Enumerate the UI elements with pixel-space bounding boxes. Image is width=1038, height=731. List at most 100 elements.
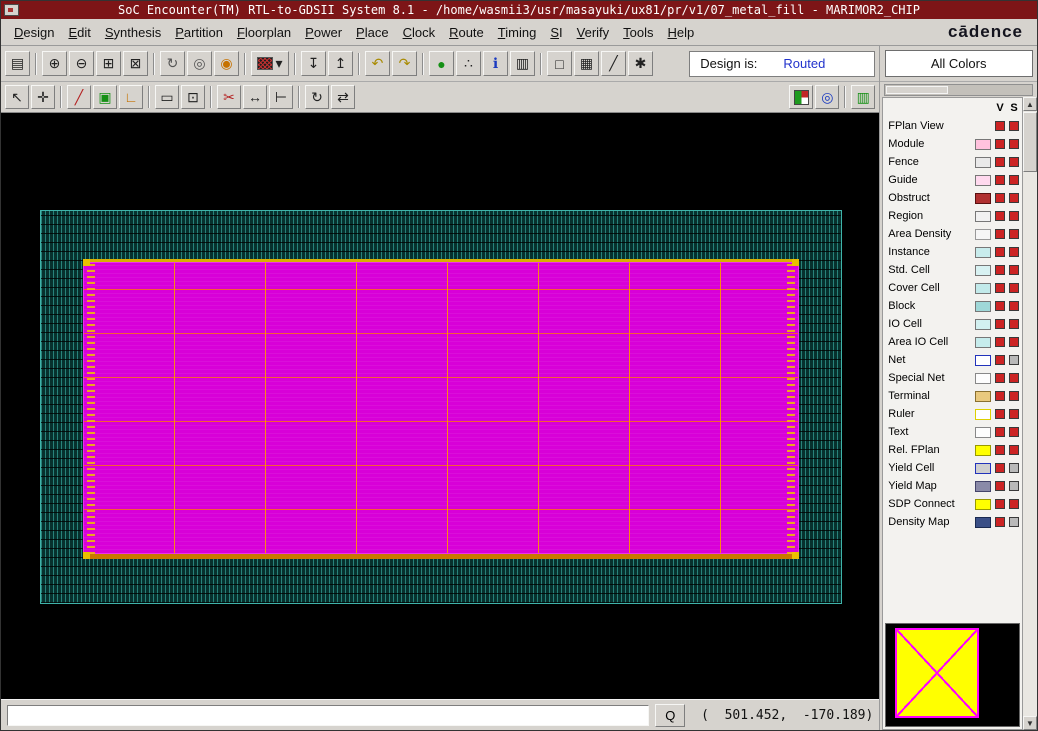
zoom-out-icon[interactable]: ⊖ [69, 51, 94, 76]
layer-select-checkbox[interactable] [1009, 481, 1019, 491]
scroll-down-arrow-icon[interactable]: ▼ [1023, 716, 1037, 730]
add-instance-icon[interactable]: ▣ [93, 85, 117, 109]
layer-select-checkbox[interactable] [1009, 517, 1019, 527]
layer-select-checkbox[interactable] [1009, 445, 1019, 455]
attach-icon[interactable]: ⊢ [269, 85, 293, 109]
open-design-icon[interactable]: ▤ [5, 51, 30, 76]
layer-select-checkbox[interactable] [1009, 265, 1019, 275]
layer-row-yield-cell[interactable]: Yield Cell [883, 459, 1022, 477]
command-input[interactable] [7, 705, 649, 726]
previous-view-icon[interactable]: ◎ [187, 51, 212, 76]
layer-visible-checkbox[interactable] [995, 463, 1005, 473]
layer-row-density-map[interactable]: Density Map [883, 513, 1022, 531]
layer-visible-checkbox[interactable] [995, 373, 1005, 383]
placement-view-icon[interactable] [789, 85, 813, 109]
layer-visible-checkbox[interactable] [995, 211, 1005, 221]
all-colors-button[interactable]: All Colors [885, 50, 1033, 77]
menu-si[interactable]: SI [543, 21, 569, 44]
menu-clock[interactable]: Clock [396, 21, 443, 44]
rotate-icon[interactable]: ↻ [305, 85, 329, 109]
query-button[interactable]: Q [655, 704, 685, 727]
world-view-minimap[interactable] [885, 623, 1020, 727]
zoom-selected-icon[interactable]: ⊞ [96, 51, 121, 76]
run-icon[interactable]: ● [429, 51, 454, 76]
menu-verify[interactable]: Verify [570, 21, 617, 44]
layer-select-checkbox[interactable] [1009, 229, 1019, 239]
layer-visible-checkbox[interactable] [995, 175, 1005, 185]
menu-tools[interactable]: Tools [616, 21, 660, 44]
layer-row-area-density[interactable]: Area Density [883, 225, 1022, 243]
layer-row-text[interactable]: Text [883, 423, 1022, 441]
layer-visible-checkbox[interactable] [995, 517, 1005, 527]
layer-visible-checkbox[interactable] [995, 319, 1005, 329]
home-view-icon[interactable]: ◉ [214, 51, 239, 76]
menu-edit[interactable]: Edit [61, 21, 97, 44]
layer-row-io-cell[interactable]: IO Cell [883, 315, 1022, 333]
menu-design[interactable]: Design [7, 21, 61, 44]
layer-select-checkbox[interactable] [1009, 319, 1019, 329]
layer-row-fplan-view[interactable]: FPlan View [883, 117, 1022, 135]
vscroll-thumb[interactable] [1023, 112, 1037, 172]
route-wire-icon[interactable]: ∟ [119, 85, 143, 109]
menu-place[interactable]: Place [349, 21, 396, 44]
layer-visible-checkbox[interactable] [995, 139, 1005, 149]
layer-select-checkbox[interactable] [1009, 121, 1019, 131]
layer-row-region[interactable]: Region [883, 207, 1022, 225]
layer-visible-checkbox[interactable] [995, 355, 1005, 365]
stretch-wire-icon[interactable]: ↔ [243, 85, 267, 109]
layer-select-checkbox[interactable] [1009, 139, 1019, 149]
layer-row-ruler[interactable]: Ruler [883, 405, 1022, 423]
undo-icon[interactable]: ↶ [365, 51, 390, 76]
layer-select-checkbox[interactable] [1009, 427, 1019, 437]
layer-select-checkbox[interactable] [1009, 301, 1019, 311]
hierarchy-icon[interactable]: ∴ [456, 51, 481, 76]
menu-route[interactable]: Route [442, 21, 491, 44]
layer-row-sdp-connect[interactable]: SDP Connect [883, 495, 1022, 513]
select-rect-icon[interactable]: ▭ [155, 85, 179, 109]
select-tool-icon[interactable]: ↖ [5, 85, 29, 109]
highlight-area-icon[interactable]: ⊡ [181, 85, 205, 109]
redraw-icon[interactable]: ↻ [160, 51, 185, 76]
redo-icon[interactable]: ↷ [392, 51, 417, 76]
layer-visible-checkbox[interactable] [995, 481, 1005, 491]
layer-select-checkbox[interactable] [1009, 355, 1019, 365]
push-down-icon[interactable]: ↧ [301, 51, 326, 76]
layer-select-checkbox[interactable] [1009, 193, 1019, 203]
zoom-in-icon[interactable]: ⊕ [42, 51, 67, 76]
pull-up-icon[interactable]: ↥ [328, 51, 353, 76]
edit-wire-icon[interactable]: ╱ [67, 85, 91, 109]
layer-visible-checkbox[interactable] [995, 499, 1005, 509]
layer-row-module[interactable]: Module [883, 135, 1022, 153]
design-browser-icon[interactable]: ◎ [815, 85, 839, 109]
layer-row-rel-fplan[interactable]: Rel. FPlan [883, 441, 1022, 459]
layer-row-yield-map[interactable]: Yield Map [883, 477, 1022, 495]
layer-select-checkbox[interactable] [1009, 373, 1019, 383]
layer-visible-checkbox[interactable] [995, 229, 1005, 239]
layer-panel-vscrollbar[interactable]: ▲ ▼ [1022, 97, 1037, 730]
scroll-up-arrow-icon[interactable]: ▲ [1023, 97, 1037, 111]
window-icon[interactable]: □ [547, 51, 572, 76]
measure-icon[interactable]: ╱ [601, 51, 626, 76]
layer-select-checkbox[interactable] [1009, 283, 1019, 293]
layout-canvas[interactable] [1, 113, 879, 699]
window-menu-icon[interactable] [4, 4, 19, 16]
layer-row-guide[interactable]: Guide [883, 171, 1022, 189]
menu-floorplan[interactable]: Floorplan [230, 21, 298, 44]
report-icon[interactable]: ▥ [510, 51, 535, 76]
cut-wire-icon[interactable]: ✂ [217, 85, 241, 109]
hscroll-thumb[interactable] [886, 86, 948, 94]
layer-panel-hscrollbar[interactable] [884, 84, 1033, 96]
layer-visible-checkbox[interactable] [995, 409, 1005, 419]
minimap-die-outline[interactable] [895, 628, 979, 718]
layer-select-checkbox[interactable] [1009, 337, 1019, 347]
menu-power[interactable]: Power [298, 21, 349, 44]
move-tool-icon[interactable]: ✛ [31, 85, 55, 109]
menu-partition[interactable]: Partition [168, 21, 230, 44]
layer-visible-checkbox[interactable] [995, 301, 1005, 311]
panel-view-icon[interactable]: ▥ [851, 85, 875, 109]
layer-visible-checkbox[interactable] [995, 391, 1005, 401]
layer-visible-checkbox[interactable] [995, 193, 1005, 203]
layer-visible-checkbox[interactable] [995, 337, 1005, 347]
fill-pattern-dropdown-icon[interactable]: ▾ [251, 51, 289, 76]
layer-select-checkbox[interactable] [1009, 247, 1019, 257]
